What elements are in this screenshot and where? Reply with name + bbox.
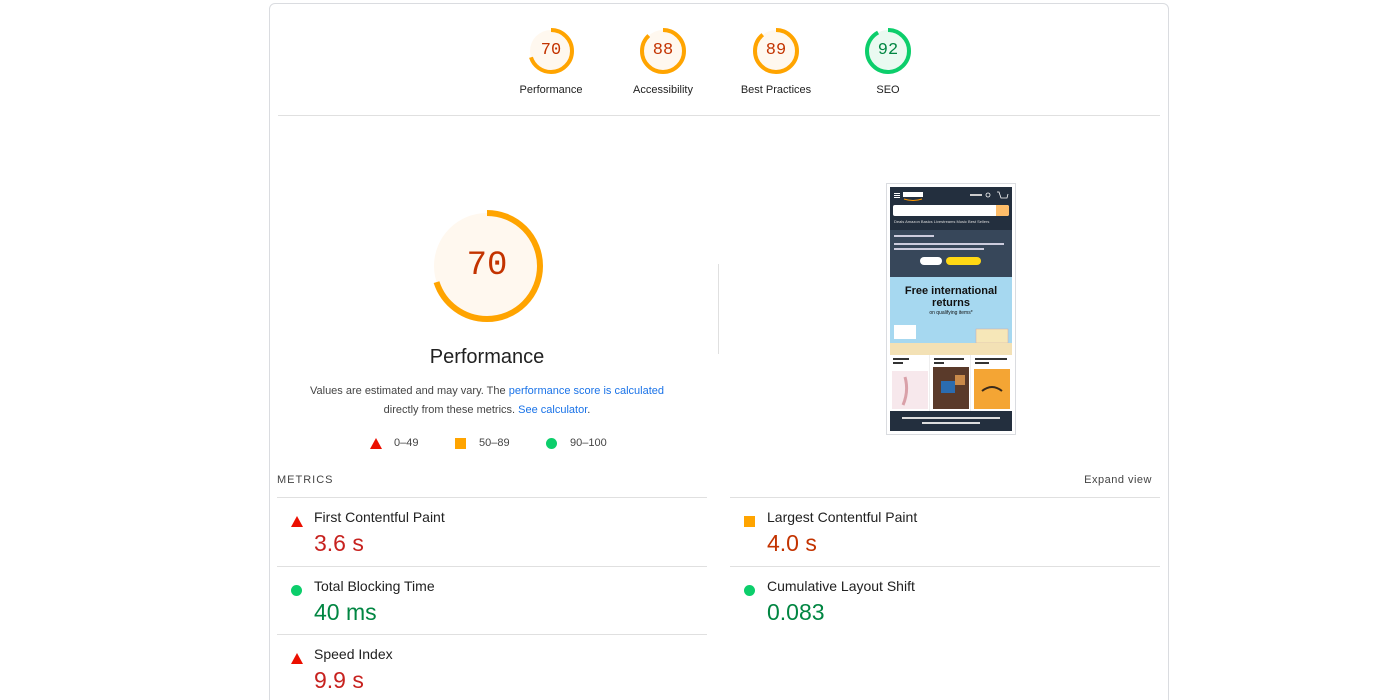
metric-first-contentful-paint: First Contentful Paint 3.6 s bbox=[277, 497, 707, 565]
gauge-seo[interactable]: 92 SEO bbox=[833, 26, 943, 96]
metric-value: 40 ms bbox=[314, 599, 377, 625]
expand-view-toggle[interactable]: Expand view bbox=[1084, 474, 1152, 486]
legend-pass: 90–100 bbox=[546, 437, 607, 449]
note-text: . bbox=[587, 404, 591, 416]
vertical-divider bbox=[718, 264, 719, 354]
metric-label: First Contentful Paint bbox=[314, 509, 445, 525]
legend-average-label: 50–89 bbox=[479, 437, 510, 449]
square-icon bbox=[455, 437, 466, 449]
gauge-label: Best Practices bbox=[740, 84, 812, 96]
legend-pass-label: 90–100 bbox=[570, 437, 607, 449]
gauge-accessibility[interactable]: 88 Accessibility bbox=[608, 26, 718, 96]
screenshot-search bbox=[893, 205, 1009, 216]
metric-value: 4.0 s bbox=[767, 530, 817, 556]
metric-value: 3.6 s bbox=[314, 530, 364, 556]
category-gauges: 70 Performance 88 Accessibility 89 Best … bbox=[270, 4, 1168, 116]
triangle-icon bbox=[291, 653, 303, 664]
triangle-icon bbox=[370, 437, 382, 449]
circle-icon bbox=[744, 585, 755, 596]
circle-icon bbox=[291, 585, 302, 596]
legend-fail: 0–49 bbox=[370, 437, 418, 449]
metric-value: 0.083 bbox=[767, 599, 825, 625]
note-text: Values are estimated and may vary. The bbox=[309, 385, 509, 397]
gauge-label: SEO bbox=[876, 84, 900, 96]
gauge-best-practices[interactable]: 89 Best Practices bbox=[721, 26, 831, 96]
metric-speed-index: Speed Index 9.9 s bbox=[277, 634, 707, 700]
screenshot-banner: Free international returns on qualifying… bbox=[890, 277, 1012, 355]
main-title: Performance bbox=[429, 346, 545, 368]
page-screenshot-image: Deals Amazon Basics Livestreams Music Be… bbox=[890, 187, 1012, 431]
performance-main-gauge: 70 bbox=[430, 209, 544, 323]
metric-label: Cumulative Layout Shift bbox=[767, 578, 915, 594]
metric-largest-contentful-paint: Largest Contentful Paint 4.0 s bbox=[730, 497, 1160, 565]
screenshot-cards bbox=[890, 355, 1012, 411]
score-note: Values are estimated and may vary. The p… bbox=[290, 382, 684, 420]
score-legend: 0–49 50–89 90–100 bbox=[270, 437, 704, 453]
square-icon bbox=[744, 516, 755, 527]
legend-average: 50–89 bbox=[455, 437, 510, 449]
screenshot-footer bbox=[890, 411, 1012, 431]
gauge-performance[interactable]: 70 Performance bbox=[496, 26, 606, 96]
metrics-heading: METRICS bbox=[277, 474, 334, 486]
screenshot-header bbox=[890, 187, 1012, 205]
see-calculator-link[interactable]: See calculator bbox=[518, 404, 587, 416]
metric-label: Speed Index bbox=[314, 646, 393, 662]
header-divider bbox=[278, 115, 1160, 116]
performance-score-link[interactable]: performance score is calculated bbox=[509, 385, 664, 397]
final-screenshot[interactable]: Deals Amazon Basics Livestreams Music Be… bbox=[886, 183, 1016, 435]
metric-cumulative-layout-shift: Cumulative Layout Shift 0.083 bbox=[730, 566, 1160, 634]
screenshot-location-notice bbox=[890, 230, 1012, 277]
gauge-label: Performance bbox=[519, 84, 583, 96]
gauge-score: 92 bbox=[877, 41, 899, 60]
screenshot-nav: Deals Amazon Basics Livestreams Music Be… bbox=[890, 219, 1012, 228]
gauge-score: 70 bbox=[540, 41, 562, 60]
circle-icon bbox=[546, 437, 557, 449]
legend-fail-label: 0–49 bbox=[394, 437, 419, 449]
triangle-icon bbox=[291, 516, 303, 527]
metric-label: Largest Contentful Paint bbox=[767, 509, 918, 525]
metric-value: 9.9 s bbox=[314, 667, 364, 693]
main-score: 70 bbox=[466, 247, 508, 285]
gauge-score: 88 bbox=[652, 41, 674, 60]
metric-label: Total Blocking Time bbox=[314, 578, 435, 594]
note-text: directly from these metrics. bbox=[383, 404, 519, 416]
gauge-label: Accessibility bbox=[633, 84, 693, 96]
metric-total-blocking-time: Total Blocking Time 40 ms bbox=[277, 566, 707, 634]
gauge-score: 89 bbox=[765, 41, 787, 60]
lighthouse-report: 70 Performance 88 Accessibility 89 Best … bbox=[269, 3, 1169, 700]
